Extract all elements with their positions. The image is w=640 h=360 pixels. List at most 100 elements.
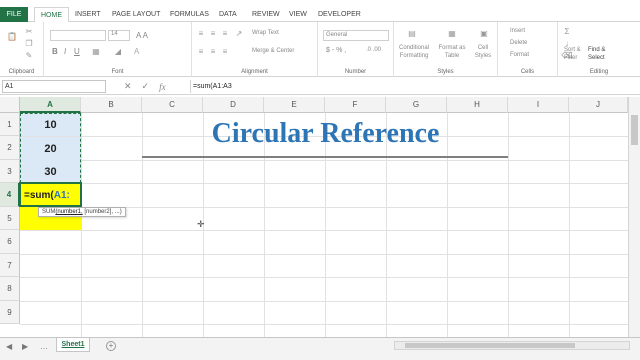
paste-icon[interactable]: 📋 — [4, 26, 20, 46]
copy-icon[interactable]: ❐ — [24, 38, 34, 48]
function-tooltip: SUM(number1, [number2], ...) — [38, 207, 126, 217]
col-header-j[interactable]: J — [569, 97, 628, 113]
format-painter-icon[interactable]: ✎ — [24, 50, 34, 60]
styles-label: Styles — [437, 69, 454, 75]
tab-data[interactable]: DATA — [219, 7, 237, 22]
grow-font-icon[interactable]: A A — [136, 31, 148, 40]
cell-a1[interactable]: 10 — [20, 113, 81, 136]
fill-color-icon[interactable]: ◢ — [112, 46, 124, 56]
formula-prefix: =sum( — [24, 190, 54, 201]
cell-a2[interactable]: 20 — [20, 137, 81, 160]
col-header-d[interactable]: D — [203, 97, 264, 113]
row-header-6[interactable]: 6 — [0, 230, 20, 254]
file-tab[interactable]: FILE — [0, 7, 28, 22]
gridline — [20, 160, 640, 161]
row-header-1[interactable]: 1 — [0, 113, 20, 136]
cursor-icon: ✛ — [197, 219, 205, 229]
row-header-9[interactable]: 9 — [0, 301, 20, 324]
underline-icon[interactable]: U — [74, 47, 80, 56]
col-header-c[interactable]: C — [142, 97, 203, 113]
alignment-label: Alignment — [241, 69, 268, 75]
cell-styles-button[interactable]: Cell Styles — [470, 44, 496, 60]
tooltip-function[interactable]: SUM — [42, 209, 55, 215]
col-header-a[interactable]: A — [20, 97, 81, 113]
styles-group: ▤ Conditional Formatting ▦ Format as Tab… — [394, 22, 498, 77]
number-format-select[interactable]: General — [323, 30, 389, 41]
col-header-e[interactable]: E — [264, 97, 325, 113]
merge-center-button[interactable]: Merge & Center — [252, 48, 294, 54]
tab-review[interactable]: REVIEW — [252, 7, 280, 22]
row-header-2[interactable]: 2 — [0, 136, 20, 160]
spreadsheet-grid[interactable]: A B C D E F G H I J 1 2 3 4 5 6 7 8 9 10… — [0, 97, 640, 337]
conditional-formatting-button[interactable]: Conditional Formatting — [396, 44, 432, 60]
row-header-4[interactable]: 4 — [0, 183, 20, 207]
editing-label: Editing — [589, 69, 609, 75]
vertical-scroll-thumb[interactable] — [631, 115, 638, 145]
find-select-button[interactable]: Find & Select — [588, 46, 616, 62]
sheet-next-icon[interactable]: ▶ — [22, 342, 28, 351]
tab-formulas[interactable]: FORMULAS — [170, 7, 209, 22]
number-group: General $ - % , .0 .00 Number — [318, 22, 394, 77]
row-header-3[interactable]: 3 — [0, 160, 20, 183]
fx-icon[interactable]: fx — [159, 82, 166, 92]
col-header-b[interactable]: B — [81, 97, 142, 113]
font-size-select[interactable]: 14 — [108, 30, 130, 41]
bold-icon[interactable]: B — [52, 47, 58, 56]
formula-bar: A1 ✕ ✓ fx =sum(A1:A3 — [0, 79, 640, 95]
row-header-7[interactable]: 7 — [0, 254, 20, 277]
left-align-icon[interactable]: ≡ — [196, 46, 206, 56]
clipboard-label: Clipboard — [8, 69, 35, 75]
top-align-icon[interactable]: ≡ — [196, 28, 206, 38]
ribbon: 📋 ✂ ❐ ✎ Clipboard 14 A A B I U ▦ ◢ A Fon… — [0, 22, 640, 77]
cell-styles-icon[interactable]: ▣ — [476, 26, 492, 40]
vertical-scrollbar[interactable] — [628, 97, 640, 337]
center-align-icon[interactable]: ≡ — [208, 46, 218, 56]
bottom-align-icon[interactable]: ≡ — [220, 28, 230, 38]
format-cells-button[interactable]: Format — [510, 52, 529, 58]
formula-input[interactable]: =sum(A1:A3 — [190, 80, 630, 93]
horizontal-scrollbar[interactable] — [394, 341, 630, 350]
cut-icon[interactable]: ✂ — [24, 26, 34, 36]
sheet-prev-icon[interactable]: ◀ — [6, 342, 12, 351]
orientation-icon[interactable]: ↗ — [234, 28, 244, 38]
wrap-text-button[interactable]: Wrap Text — [252, 30, 279, 36]
row-header-5[interactable]: 5 — [0, 207, 20, 230]
col-header-f[interactable]: F — [325, 97, 386, 113]
tab-insert[interactable]: INSERT — [75, 7, 101, 22]
select-all-corner[interactable] — [0, 97, 20, 113]
tab-page-layout[interactable]: PAGE LAYOUT — [112, 7, 160, 22]
format-table-icon[interactable]: ▦ — [444, 26, 460, 40]
row-header-8[interactable]: 8 — [0, 277, 20, 301]
format-as-table-button[interactable]: Format as Table — [436, 44, 468, 60]
enter-icon[interactable]: ✓ — [142, 81, 150, 92]
cell-a4-formula[interactable]: =sum(A1: — [24, 190, 70, 201]
decimal-icon[interactable]: .0 .00 — [366, 47, 381, 53]
name-box[interactable]: A1 — [2, 80, 106, 93]
add-sheet-icon[interactable]: + — [106, 341, 116, 351]
page-title: Circular Reference — [211, 118, 440, 149]
horizontal-scroll-thumb[interactable] — [405, 343, 575, 348]
currency-icon[interactable]: $ - % , — [326, 47, 346, 54]
font-color-icon[interactable]: A — [134, 47, 139, 56]
delete-cells-button[interactable]: Delete — [510, 40, 527, 46]
col-header-i[interactable]: I — [508, 97, 569, 113]
sheet-more-icon[interactable]: … — [40, 342, 48, 351]
italic-icon[interactable]: I — [64, 47, 66, 56]
cell-a3[interactable]: 30 — [20, 160, 81, 183]
middle-align-icon[interactable]: ≡ — [208, 28, 218, 38]
tab-view[interactable]: VIEW — [289, 7, 307, 22]
conditional-formatting-icon[interactable]: ▤ — [404, 26, 420, 40]
col-header-h[interactable]: H — [447, 97, 508, 113]
borders-icon[interactable]: ▦ — [90, 46, 102, 56]
insert-cells-button[interactable]: Insert — [510, 28, 525, 34]
col-header-g[interactable]: G — [386, 97, 447, 113]
tab-developer[interactable]: DEVELOPER — [318, 7, 361, 22]
formula-reference: A1: — [53, 190, 70, 201]
tab-home[interactable]: HOME — [34, 7, 69, 23]
sheet-tab-sheet1[interactable]: Sheet1 — [56, 338, 90, 352]
font-name-select[interactable] — [50, 30, 106, 41]
gridline — [508, 113, 509, 337]
right-align-icon[interactable]: ≡ — [220, 46, 230, 56]
autosum-icon[interactable]: Σ — [562, 26, 572, 36]
cancel-icon[interactable]: ✕ — [124, 81, 132, 92]
